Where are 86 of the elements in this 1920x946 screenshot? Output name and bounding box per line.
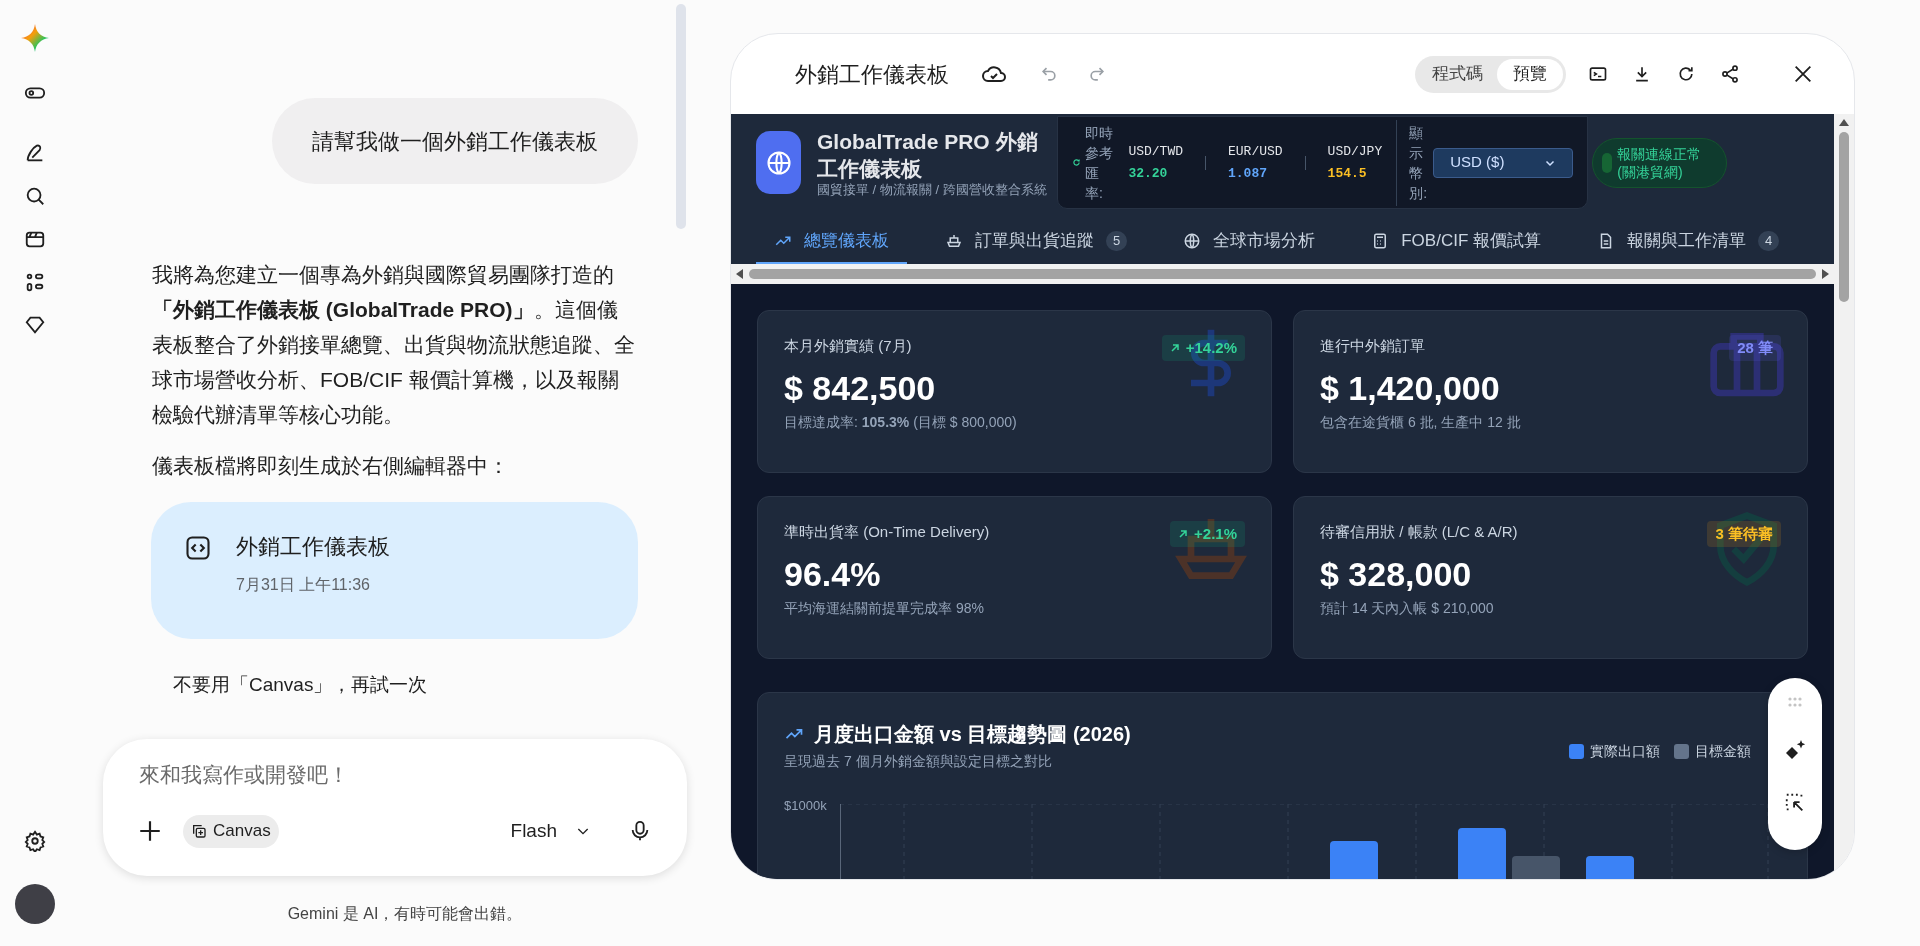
canvas-chip[interactable]: Canvas (183, 814, 279, 848)
dashboard-tab[interactable]: FOB/CIF 報價試算 (1353, 220, 1559, 264)
select-element-icon[interactable] (1784, 792, 1806, 814)
kpi-note: 目標達成率: 105.3% (目標 $ 800,000) (784, 412, 1017, 432)
exchange-rate: 1.087 (1228, 164, 1268, 183)
kpi-value: $ 328,000 (1320, 553, 1472, 594)
change-badge: 28 筆 (1729, 335, 1781, 361)
kpi-note: 包含在途貨櫃 6 批, 生產中 12 批 (1320, 412, 1521, 432)
dashboard-tab[interactable]: 訂單與出貨追蹤 5 (927, 220, 1146, 264)
status-pill: 報關連線正常(關港貿網) (1592, 137, 1728, 188)
kpi-value: $ 1,420,000 (1320, 367, 1500, 408)
scroll-right-icon[interactable] (1820, 269, 1830, 279)
assistant-paragraph: 我將為您建立一個專為外銷與國際貿易團隊打造的「外銷工作儀表板 (GlobalTrade PRO)」。這個儀表板整合了外銷接單總覽、出貨與物流狀態追蹤、全球市場營收分析、FOB/CIF 報價計算機，以及報關檢驗代辦清單等核心功能。 (152, 262, 636, 428)
bar (1330, 841, 1378, 879)
scrollbar-thumb[interactable] (749, 269, 1816, 279)
axis-label: $1000k (784, 797, 827, 815)
bar (1458, 828, 1506, 879)
kpi-title: 本月外銷實績 (7月) (784, 336, 912, 356)
code-icon (184, 534, 212, 562)
kpi-title: 進行中外銷訂單 (1320, 336, 1425, 356)
scroll-up-icon[interactable] (1839, 118, 1849, 128)
scrollbar-thumb[interactable] (676, 4, 686, 229)
copy-plus-icon (191, 823, 207, 839)
currency-pair: USD/TWD (1128, 142, 1183, 161)
globe-icon (1183, 232, 1202, 250)
bar (1512, 856, 1560, 879)
view-tab[interactable]: 預覽 (1497, 58, 1563, 90)
suggestion-link[interactable]: 不要用「Canvas」，再試一次 (173, 674, 428, 695)
cloud-check-icon[interactable] (981, 63, 1007, 85)
exchange-rate: 32.20 (1128, 164, 1169, 183)
bar (1586, 856, 1634, 879)
view-tab[interactable]: 程式碼 (1418, 58, 1497, 90)
kpi-title: 待審信用狀 / 帳款 (L/C & A/R) (1320, 522, 1518, 542)
scrollbar-thumb[interactable] (1839, 132, 1849, 302)
assistant-paragraph: 儀表板檔將即刻生成於右側編輯器中： (152, 453, 510, 479)
exchange-rate: 154.5 (1327, 164, 1368, 183)
rates-label: 即時參考匯率: (1085, 123, 1114, 203)
horizontal-scrollbar[interactable] (731, 264, 1834, 284)
chart-title: 月度出口金額 vs 目標趨勢圖 (2026) (814, 722, 1131, 747)
dashboard-title: GlobalTrade PRO 外銷工作儀表板 (817, 128, 1039, 182)
refresh-icon[interactable] (1676, 64, 1696, 84)
currency-pair: EUR/USD (1228, 142, 1283, 161)
chart-subtitle: 呈現過去 7 個月外銷金額與設定目標之對比 (784, 752, 1053, 771)
change-badge: +2.1% (1170, 521, 1245, 547)
microphone-icon[interactable] (629, 819, 651, 843)
dashboard-subtitle: 國貿接單 / 物流報關 / 跨國營收整合系統 (817, 181, 1047, 198)
share-icon[interactable] (1720, 64, 1740, 84)
ship-icon (945, 232, 963, 250)
currency-pair: USD/JPY (1327, 142, 1383, 161)
model-selector[interactable]: Flash (510, 816, 591, 846)
legend-label: 目標金額 (1695, 742, 1751, 761)
apps-icon[interactable] (24, 271, 46, 293)
diamond-icon[interactable] (24, 314, 46, 336)
change-badge: +14.2% (1161, 335, 1245, 361)
dashboard-tab[interactable]: 全球市場分析 (1165, 220, 1334, 264)
count-badge: 4 (1758, 231, 1780, 251)
user-message: 請幫我做一個外銷工作儀表板 (272, 98, 638, 184)
kpi-value: 96.4% (784, 553, 881, 594)
currency-label: 顯示幣別: (1409, 123, 1424, 203)
plus-icon[interactable] (137, 818, 163, 844)
kpi-note: 平均海運結關前提單完成率 98% (784, 598, 984, 618)
artifact-time: 7月31日 上午11:36 (236, 575, 371, 595)
canvas-title: 外銷工作儀表板 (795, 60, 949, 89)
disclaimer: Gemini 是 AI，有時可能會出錯。 (287, 905, 523, 922)
currency-select[interactable]: USD ($) (1433, 147, 1574, 178)
close-icon[interactable] (1792, 63, 1814, 85)
prompt-input[interactable]: 來和我寫作或開發吧！ (127, 759, 663, 791)
artifact-card[interactable]: 外銷工作儀表板 7月31日 上午11:36 (151, 502, 638, 639)
dashboard-tab[interactable]: 報關與工作清單 4 (1579, 220, 1798, 264)
settings-icon[interactable] (24, 830, 46, 852)
avatar[interactable] (15, 884, 55, 924)
artifact-title: 外銷工作儀表板 (236, 533, 390, 561)
legend-label: 實際出口額 (1590, 742, 1660, 761)
search-icon[interactable] (24, 185, 46, 207)
arrow-up-right-icon (1169, 343, 1180, 353)
kpi-title: 準時出貨率 (On-Time Delivery) (784, 522, 990, 542)
change-badge: 3 筆待審 (1707, 521, 1781, 547)
kpi-note: 預計 14 天內入帳 $ 210,000 (1320, 598, 1494, 618)
kpi-value: $ 842,500 (784, 367, 936, 408)
drag-handle-icon[interactable] (1787, 696, 1803, 708)
arrow-up-right-icon (1178, 529, 1189, 539)
refresh-icon (1072, 158, 1081, 167)
terminal-icon[interactable] (1588, 64, 1608, 84)
globe-icon (764, 148, 793, 177)
count-badge: 5 (1106, 231, 1128, 251)
scroll-left-icon[interactable] (735, 269, 745, 279)
